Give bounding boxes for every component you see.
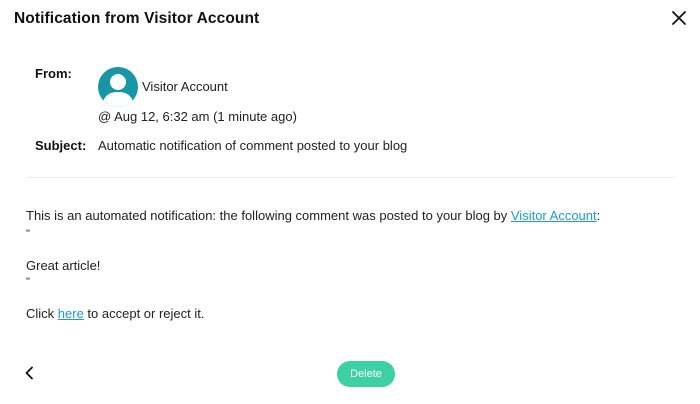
action-suffix: to accept or reject it. bbox=[83, 306, 205, 321]
quote-open-mark: " bbox=[26, 228, 30, 240]
message-timestamp: @ Aug 12, 6:32 am (1 minute ago) bbox=[98, 109, 297, 124]
intro-text: This is an automated notification: the f… bbox=[26, 208, 511, 223]
intro-line: This is an automated notification: the f… bbox=[26, 208, 600, 223]
subject-label: Subject: bbox=[35, 138, 87, 153]
divider bbox=[26, 177, 674, 178]
visitor-account-link[interactable]: Visitor Account bbox=[511, 208, 597, 223]
delete-button[interactable]: Delete bbox=[337, 361, 395, 387]
intro-suffix: : bbox=[596, 208, 601, 223]
user-avatar-icon bbox=[98, 67, 138, 107]
accept-reject-link[interactable]: here bbox=[58, 306, 84, 321]
sender-avatar bbox=[98, 67, 138, 107]
close-button[interactable] bbox=[670, 9, 688, 27]
from-label: From: bbox=[35, 66, 72, 81]
dialog-title: Notification from Visitor Account bbox=[14, 10, 260, 27]
action-prefix: Click bbox=[26, 306, 58, 321]
back-button[interactable] bbox=[22, 365, 38, 381]
notification-dialog: Notification from Visitor Account From: … bbox=[0, 0, 700, 404]
action-line: Click here to accept or reject it. bbox=[26, 306, 204, 321]
comment-text: Great article! bbox=[26, 258, 101, 273]
subject-text: Automatic notification of comment posted… bbox=[98, 138, 408, 153]
sender-name: Visitor Account bbox=[142, 79, 228, 94]
quote-close-mark: " bbox=[26, 276, 30, 288]
close-icon bbox=[672, 11, 686, 25]
chevron-left-icon bbox=[25, 366, 33, 380]
